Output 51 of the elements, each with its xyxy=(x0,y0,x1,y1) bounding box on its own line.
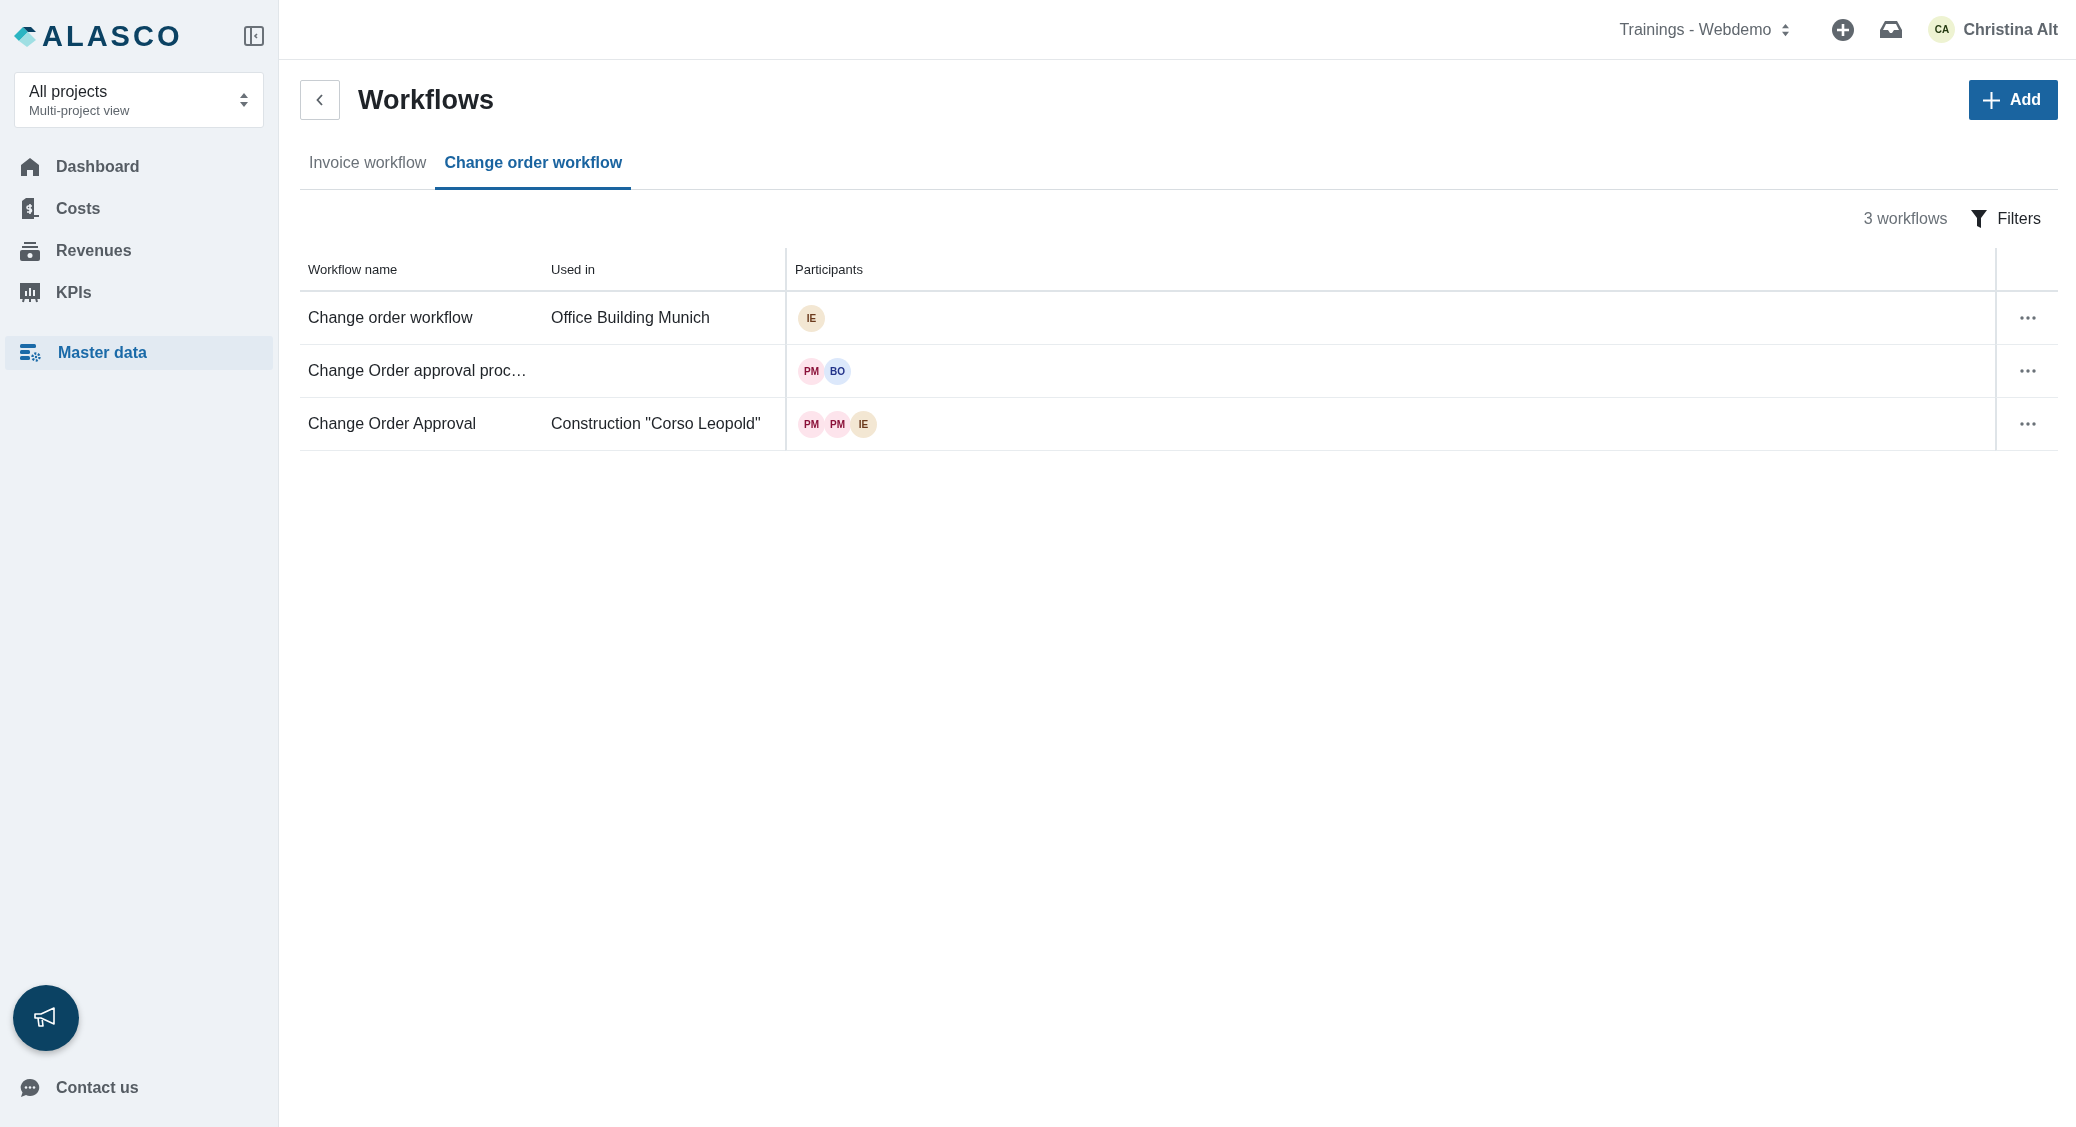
more-icon xyxy=(2019,422,2036,426)
table-cell: Construction "Corso Leopold" xyxy=(543,398,785,451)
cash-stack-icon xyxy=(20,241,40,261)
participant-avatar: IE xyxy=(850,410,877,438)
filter-icon xyxy=(1971,210,1988,228)
page-title: Workflows xyxy=(358,84,495,116)
workspace-selector[interactable]: Trainings - Webdemo xyxy=(1619,20,1791,39)
table-cell: Office Building Munich xyxy=(543,292,785,345)
participant-avatar: PM xyxy=(798,410,825,438)
column-header: Used in xyxy=(543,248,785,292)
more-icon xyxy=(2019,316,2036,320)
nav-item[interactable]: Master data xyxy=(5,336,273,370)
dollar-tag-icon xyxy=(20,198,40,220)
tab[interactable]: Invoice workflow xyxy=(300,139,436,190)
nav-item[interactable]: Costs xyxy=(5,192,273,226)
chat-bubble-icon xyxy=(20,1078,40,1098)
chart-board-icon xyxy=(20,283,40,303)
tab[interactable]: Change order workflow xyxy=(435,139,632,190)
home-icon xyxy=(20,157,40,177)
collapse-sidebar-icon[interactable] xyxy=(244,26,264,46)
logo-icon xyxy=(14,25,38,47)
add-button[interactable]: Add xyxy=(1968,80,2058,120)
user-menu[interactable]: CA Christina Alt xyxy=(1928,16,2058,43)
participant-avatar: PM xyxy=(798,357,825,385)
participant-avatar: BO xyxy=(824,357,851,385)
more-icon xyxy=(2019,369,2036,373)
sort-arrows-icon xyxy=(239,92,249,108)
table-cell: Change Order approval proc… xyxy=(300,345,543,398)
project-subtitle: Multi-project view xyxy=(29,102,130,118)
column-header: Participants xyxy=(785,248,1995,292)
participant-avatar: IE xyxy=(798,304,825,332)
inbox-icon[interactable] xyxy=(1880,20,1903,39)
table-cell: Change order workflow xyxy=(300,292,543,345)
nav-item[interactable]: Dashboard xyxy=(5,150,273,184)
nav-item[interactable]: KPIs xyxy=(5,276,273,310)
add-icon[interactable] xyxy=(1832,18,1855,41)
logo-text: ALASCO xyxy=(42,19,183,53)
project-selector[interactable]: All projects Multi-project view xyxy=(14,72,264,128)
filters-button[interactable]: Filters xyxy=(1971,210,2041,228)
column-header: Workflow name xyxy=(300,248,543,292)
nav-item[interactable]: Revenues xyxy=(5,234,273,268)
project-title: All projects xyxy=(29,82,109,101)
chevron-left-icon xyxy=(316,94,324,106)
plus-icon xyxy=(1982,91,2000,109)
participant-avatar: PM xyxy=(824,410,851,438)
table-cell: Change Order Approval xyxy=(300,398,543,451)
announcements-button[interactable] xyxy=(13,985,79,1051)
database-gear-icon xyxy=(20,343,42,363)
contact-link[interactable]: Contact us xyxy=(20,1071,264,1105)
sort-arrows-icon xyxy=(1781,22,1791,37)
workflow-count: 3 workflows xyxy=(1863,210,1948,228)
